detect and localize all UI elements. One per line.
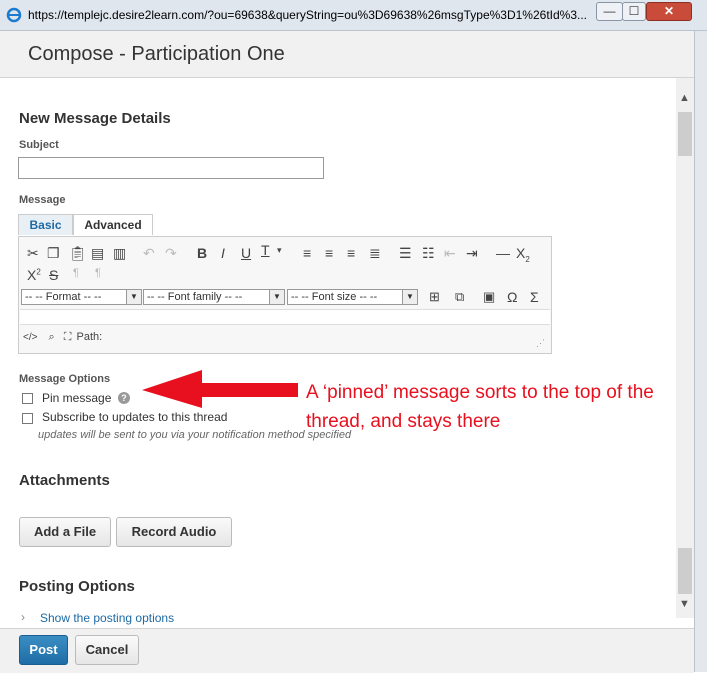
chevron-down-icon: ▼ (402, 290, 417, 304)
numbered-list-icon[interactable]: ☷ (422, 245, 435, 262)
scroll-up-icon[interactable]: ▲ (679, 92, 690, 104)
show-posting-options-link[interactable]: Show the posting options (40, 611, 174, 625)
window-frame-edge (694, 31, 707, 672)
insert-object-icon[interactable]: ⧉ (455, 289, 464, 305)
editor-statusbar: </> ⌕ ⛶ Path: (23, 331, 102, 344)
cut-icon[interactable]: ✂ (27, 245, 39, 262)
dialog-footer: Post Cancel (0, 628, 694, 673)
align-justify-icon[interactable]: ≣ (369, 245, 381, 262)
chevron-down-icon[interactable]: ▾ (277, 245, 282, 256)
copy-icon[interactable]: ❐ (47, 245, 60, 262)
font-family-select[interactable]: -- -- Font family -- -- ▼ (143, 289, 285, 305)
message-label: Message (19, 194, 66, 206)
font-size-select[interactable]: -- -- Font size -- -- ▼ (287, 289, 418, 305)
scrollbar-thumb[interactable] (678, 112, 692, 156)
chevron-down-icon: ▼ (126, 290, 141, 304)
tab-basic[interactable]: Basic (18, 214, 73, 235)
font-size-select-value: -- -- Font size -- -- (291, 291, 378, 303)
chevron-right-icon[interactable]: › (21, 610, 25, 624)
undo-icon[interactable]: ↶ (143, 245, 155, 262)
internet-explorer-icon (6, 7, 22, 23)
pin-message-checkbox[interactable] (22, 393, 33, 404)
posting-options-heading: Posting Options (19, 578, 135, 595)
font-family-select-value: -- -- Font family -- -- (147, 291, 243, 303)
dialog-title: Compose - Participation One (28, 43, 285, 65)
chevron-down-icon: ▼ (269, 290, 284, 304)
outdent-icon[interactable]: ⇤ (444, 245, 456, 262)
horizontal-rule-icon[interactable]: — (496, 245, 510, 261)
insert-equation-icon[interactable]: Σ (530, 289, 539, 305)
indent-icon[interactable]: ⇥ (466, 245, 478, 262)
ltr-icon[interactable]: ¶ (73, 267, 79, 279)
scroll-down-icon[interactable]: ▼ (679, 598, 690, 610)
message-options-label: Message Options (19, 373, 111, 385)
text-color-icon[interactable]: T (261, 242, 270, 258)
bullet-list-icon[interactable]: ☰ (399, 245, 412, 262)
redo-icon[interactable]: ↷ (165, 245, 177, 262)
align-right-icon[interactable]: ≡ (347, 245, 355, 261)
subscribe-label: Subscribe to updates to this thread (42, 410, 228, 424)
details-heading: New Message Details (19, 110, 171, 127)
path-label: Path: (76, 331, 103, 343)
rtl-icon[interactable]: ¶ (95, 267, 101, 279)
paste-icon[interactable]: 📋︎ (69, 245, 87, 262)
subject-label: Subject (19, 139, 59, 151)
editor-content-area[interactable] (20, 309, 550, 325)
insert-image-icon[interactable]: ▣ (483, 289, 495, 305)
subscribe-hint: updates will be sent to you via your not… (38, 429, 352, 441)
vertical-scrollbar[interactable]: ▲ ▼ (676, 78, 694, 618)
scrollbar-track-segment[interactable] (678, 548, 692, 594)
resize-handle-icon[interactable]: ⋰ (536, 338, 545, 349)
pin-message-label: Pin message (42, 391, 112, 405)
post-button[interactable]: Post (19, 635, 68, 665)
align-center-icon[interactable]: ≡ (325, 245, 333, 261)
underline-icon[interactable]: U (241, 245, 251, 261)
html-source-icon[interactable]: </> (23, 332, 37, 343)
browser-titlebar: https://templejc.desire2learn.com/?ou=69… (0, 0, 707, 31)
bold-icon[interactable]: B (197, 245, 207, 261)
html-editor: ✂ ❐ 📋︎ ▤ ▥ ↶ ↷ B I U T ▾ ≡ ≡ ≡ ≣ ☰ ☷ ⇤ ⇥… (18, 236, 552, 354)
address-url: https://templejc.desire2learn.com/?ou=69… (28, 8, 588, 22)
subject-input[interactable] (18, 157, 324, 179)
subscribe-checkbox[interactable] (22, 413, 33, 424)
dialog-header: Compose - Participation One (0, 31, 707, 78)
italic-icon[interactable]: I (221, 245, 225, 261)
superscript-icon[interactable]: X2 (27, 267, 41, 283)
subscript-icon[interactable]: X2 (516, 245, 530, 264)
insert-symbol-icon[interactable]: Ω (507, 289, 517, 305)
minimize-button[interactable]: — (596, 2, 623, 21)
paste-word-icon[interactable]: ▥ (113, 245, 126, 262)
insert-table-icon[interactable]: ⊞ (429, 289, 440, 305)
preview-icon[interactable]: ⌕ (49, 331, 55, 343)
help-icon[interactable]: ? (118, 392, 130, 404)
strikethrough-icon[interactable]: S (49, 267, 58, 283)
align-left-icon[interactable]: ≡ (303, 245, 311, 261)
fullscreen-icon[interactable]: ⛶ (64, 331, 72, 343)
maximize-button[interactable]: ☐ (622, 2, 646, 21)
cancel-button[interactable]: Cancel (75, 635, 139, 665)
annotation-arrow-icon (142, 370, 298, 408)
tab-advanced[interactable]: Advanced (73, 214, 153, 235)
format-select[interactable]: -- -- Format -- -- ▼ (21, 289, 142, 305)
paste-text-icon[interactable]: ▤ (91, 245, 104, 262)
annotation-text: A ‘pinned’ message sorts to the top of t… (306, 382, 654, 432)
record-audio-button[interactable]: Record Audio (116, 517, 232, 547)
attachments-heading: Attachments (19, 472, 110, 489)
format-select-value: -- -- Format -- -- (25, 291, 102, 303)
add-file-button[interactable]: Add a File (19, 517, 111, 547)
close-window-button[interactable]: ✕ (646, 2, 692, 21)
